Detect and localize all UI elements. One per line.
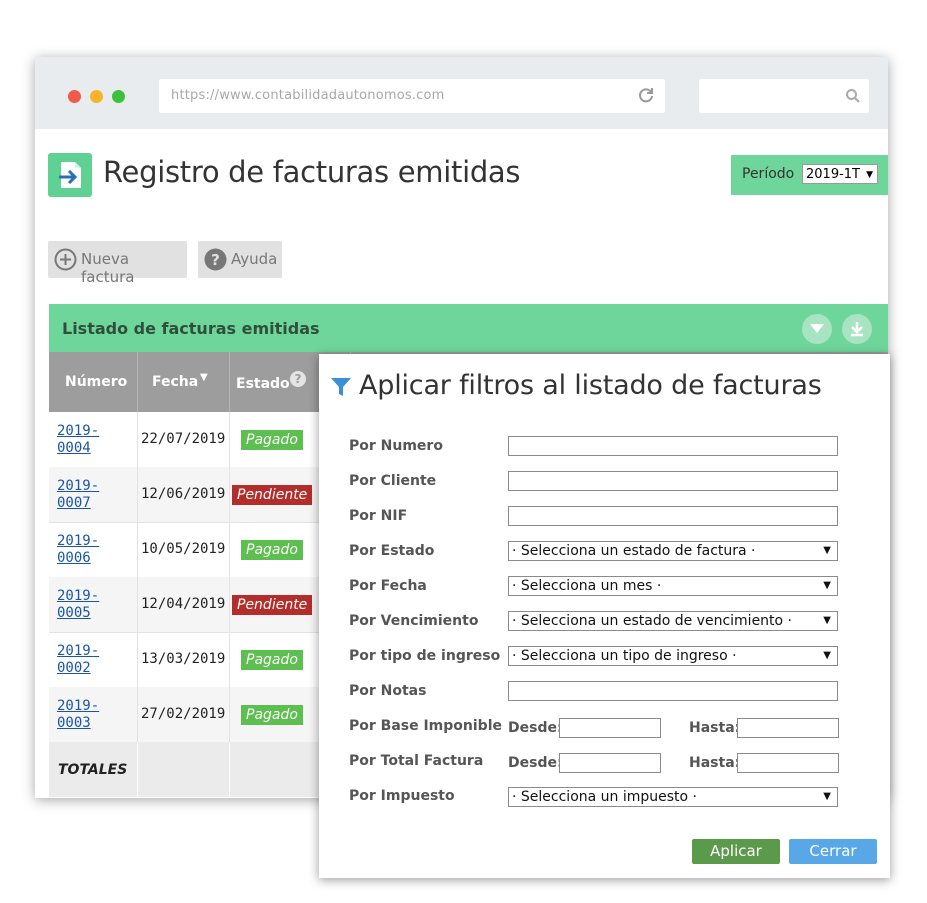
dropdown-arrow-icon: ▼ [823, 650, 831, 661]
status-badge: Pagado [241, 540, 303, 560]
periodo-label: Período [742, 166, 795, 182]
plus-circle-icon [54, 248, 77, 271]
modal-title: Aplicar filtros al listado de facturas [359, 370, 822, 401]
invoice-number-link[interactable]: 2019- 0005 [57, 588, 127, 622]
invoice-date: 13/03/2019 [141, 651, 226, 667]
url-bar[interactable]: https://www.contabilidadautonomos.com [159, 79, 665, 113]
filter-label-estado: Por Estado [349, 543, 435, 559]
table-row: 2019- 0002 13/03/2019 Pagado [49, 632, 349, 688]
status-badge: Pagado [241, 650, 303, 670]
table-row: 2019- 0006 10/05/2019 Pagado [49, 522, 349, 578]
status-badge: Pagado [241, 430, 303, 450]
total-hasta-label: Hasta: [689, 755, 741, 771]
status-badge: Pagado [241, 705, 303, 725]
close-window-dot[interactable] [68, 90, 81, 103]
filter-label-nif: Por NIF [349, 508, 408, 524]
impuesto-select[interactable]: · Selecciona un impuesto · ▼ [508, 787, 838, 807]
total-hasta-input[interactable] [737, 753, 839, 773]
col-numero[interactable]: Número [49, 352, 137, 412]
listado-header: Listado de facturas emitidas [49, 304, 888, 352]
cliente-input[interactable] [508, 471, 838, 491]
tipo-ingreso-select[interactable]: · Selecciona un tipo de ingreso · ▼ [508, 646, 838, 666]
vencimiento-select[interactable]: · Selecciona un estado de vencimiento · ▼ [508, 611, 838, 631]
dropdown-arrow-icon: ▼ [823, 791, 831, 802]
filter-label-notas: Por Notas [349, 683, 427, 699]
browser-chrome: https://www.contabilidadautonomos.com [35, 57, 888, 129]
table-row: 2019- 0007 12/06/2019 Pendiente [49, 467, 349, 523]
reload-icon[interactable] [637, 86, 655, 104]
help-icon: ? [204, 248, 227, 271]
dropdown-arrow-icon: ▼ [823, 615, 831, 626]
download-icon[interactable] [842, 314, 872, 344]
filter-label-total: Por Total Factura [349, 753, 484, 769]
invoice-number-link[interactable]: 2019- 0002 [57, 643, 127, 677]
filter-label-numero: Por Numero [349, 438, 443, 454]
filter-label-vencimiento: Por Vencimiento [349, 613, 479, 629]
filter-modal: Aplicar filtros al listado de facturas P… [319, 354, 890, 878]
invoice-date: 12/04/2019 [141, 596, 226, 612]
filter-icon[interactable] [802, 314, 832, 344]
nif-input[interactable] [508, 506, 838, 526]
col-fecha[interactable]: Fecha ▼ [138, 352, 230, 412]
invoice-number-link[interactable]: 2019- 0003 [57, 698, 127, 732]
totales-row: TOTALES [49, 742, 349, 797]
invoice-date: 10/05/2019 [141, 541, 226, 557]
base-desde-input[interactable] [559, 718, 661, 738]
invoice-number-link[interactable]: 2019- 0004 [57, 423, 127, 457]
invoice-date: 12/06/2019 [141, 486, 226, 502]
periodo-value: 2019-1T [806, 167, 860, 182]
dropdown-arrow-icon: ▼ [866, 170, 873, 180]
filter-label-fecha: Por Fecha [349, 578, 427, 594]
page-title: Registro de facturas emitidas [103, 155, 521, 189]
invoice-date: 22/07/2019 [141, 431, 226, 447]
filter-label-cliente: Por Cliente [349, 473, 437, 489]
cerrar-button[interactable]: Cerrar [789, 839, 877, 864]
search-icon[interactable] [845, 88, 861, 104]
numero-input[interactable] [508, 436, 838, 456]
invoice-number-link[interactable]: 2019- 0006 [57, 533, 127, 567]
status-badge: Pendiente [232, 485, 313, 505]
invoice-date: 27/02/2019 [141, 706, 226, 722]
invoice-out-icon [48, 153, 92, 197]
url-text: https://www.contabilidadautonomos.com [171, 88, 445, 103]
periodo-select[interactable]: 2019-1T ▼ [802, 164, 878, 184]
ayuda-button[interactable]: ? Ayuda [198, 241, 282, 278]
estado-select[interactable]: · Selecciona un estado de factura · ▼ [508, 541, 838, 561]
ayuda-label: Ayuda [231, 250, 278, 268]
invoice-number-link[interactable]: 2019- 0007 [57, 478, 127, 512]
notas-input[interactable] [508, 681, 838, 701]
fecha-select[interactable]: · Selecciona un mes · ▼ [508, 576, 838, 596]
filter-label-base: Por Base Imponible [349, 718, 502, 734]
base-hasta-input[interactable] [737, 718, 839, 738]
nueva-factura-button[interactable]: Nueva factura [48, 241, 187, 286]
maximize-window-dot[interactable] [112, 90, 125, 103]
total-desde-label: Desde: [508, 755, 563, 771]
minimize-window-dot[interactable] [90, 90, 103, 103]
dropdown-arrow-icon: ▼ [823, 580, 831, 591]
search-bar[interactable] [699, 79, 869, 113]
total-desde-input[interactable] [559, 753, 661, 773]
table-row: 2019- 0005 12/04/2019 Pendiente [49, 577, 349, 633]
filter-label-tipo: Por tipo de ingreso [349, 648, 501, 664]
table-row: 2019- 0004 22/07/2019 Pagado [49, 412, 349, 468]
listado-title: Listado de facturas emitidas [62, 319, 320, 338]
totales-label: TOTALES [58, 762, 128, 778]
aplicar-button[interactable]: Aplicar [692, 839, 780, 864]
nueva-factura-label: Nueva factura [81, 250, 135, 286]
status-badge: Pendiente [232, 595, 313, 615]
table-row: 2019- 0003 27/02/2019 Pagado [49, 687, 349, 743]
funnel-icon [331, 378, 351, 396]
sort-down-icon: ▼ [200, 372, 208, 383]
svg-text:?: ? [211, 251, 220, 269]
base-desde-label: Desde: [508, 720, 563, 736]
dropdown-arrow-icon: ▼ [823, 545, 831, 556]
help-icon[interactable]: ? [290, 371, 306, 387]
periodo-box: Período 2019-1T ▼ [731, 155, 888, 195]
base-hasta-label: Hasta: [689, 720, 741, 736]
filter-label-impuesto: Por Impuesto [349, 788, 455, 804]
